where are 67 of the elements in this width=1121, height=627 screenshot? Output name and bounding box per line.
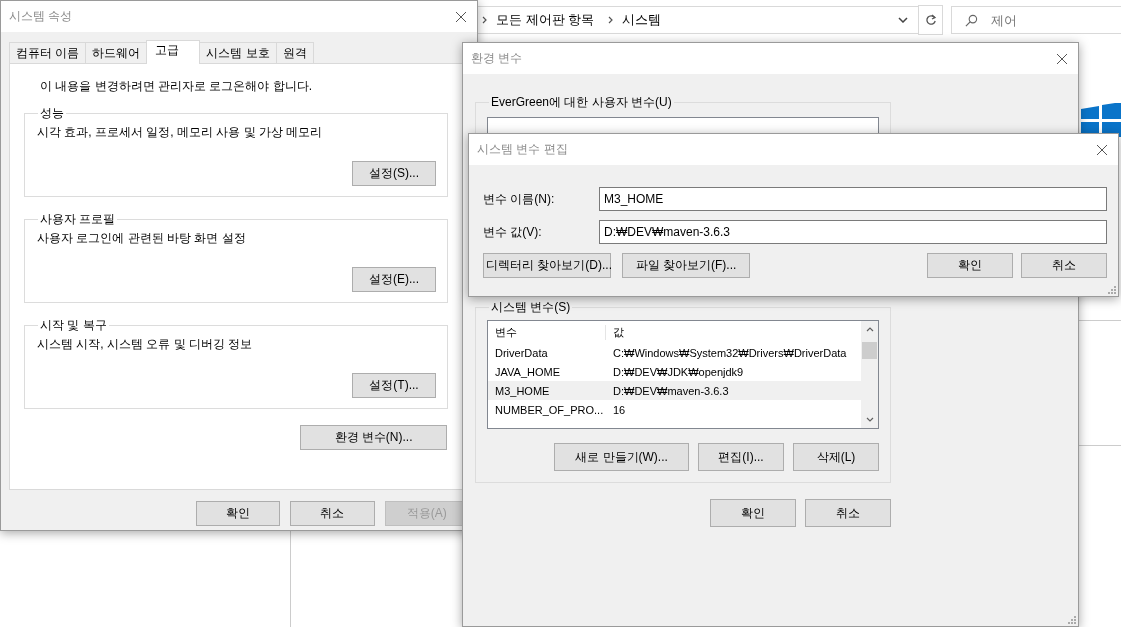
variable-value: D:₩DEV₩maven-3.6.3 (612, 384, 729, 397)
tab[interactable]: 컴퓨터 이름 (9, 42, 87, 63)
browse-button[interactable]: 디렉터리 찾아보기(D)... (483, 253, 611, 278)
list-action-button[interactable]: 편집(I)... (698, 443, 784, 471)
variable-name: JAVA_HOME (494, 365, 561, 378)
browse-button[interactable]: 파일 찾아보기(F)... (622, 253, 750, 278)
group-label: 성능 (39, 105, 65, 122)
list-row[interactable]: NUMBER_OF_PRO... 16 (488, 400, 861, 419)
search-field[interactable]: 제어 (951, 6, 1121, 34)
close-icon[interactable] (1096, 143, 1108, 156)
variable-name: DriverData (494, 346, 549, 359)
close-icon[interactable] (455, 10, 467, 23)
input-field[interactable]: D:₩DEV₩maven-3.6.3 (599, 220, 1107, 244)
variable-name: NUMBER_OF_PRO... (494, 403, 605, 416)
chevron-right-icon (482, 16, 488, 24)
dialog-button[interactable]: 취소 (805, 499, 891, 527)
close-icon[interactable] (1056, 52, 1068, 65)
variable-value: 16 (612, 403, 626, 416)
list-action-button[interactable]: 새로 만들기(W)... (554, 443, 689, 471)
window-title: 시스템 변수 편집 (477, 141, 568, 158)
group-description: 시스템 시작, 시스템 오류 및 디버깅 정보 (36, 336, 254, 353)
group-description: 사용자 로그인에 관련된 바탕 화면 설정 (36, 230, 247, 247)
group-label: 사용자 프로필 (39, 211, 117, 228)
window-title: 환경 변수 (471, 50, 523, 67)
scrollbar[interactable] (861, 321, 878, 428)
scroll-down-icon[interactable] (865, 417, 874, 422)
tab[interactable]: 원격 (275, 42, 314, 63)
resize-grip-icon[interactable] (1068, 616, 1076, 624)
chevron-down-icon[interactable] (898, 17, 909, 23)
search-icon (965, 14, 978, 27)
field-label: 변수 값(V): (483, 223, 543, 241)
environment-variables-button[interactable]: 환경 변수(N)... (300, 425, 447, 450)
list-row[interactable]: DriverData C:₩Windows₩System32₩Drivers₩DriverData (488, 343, 861, 362)
refresh-button[interactable] (918, 5, 943, 35)
list-row[interactable]: M3_HOME D:₩DEV₩maven-3.6.3 (488, 381, 861, 400)
column-header[interactable]: 변수 (488, 324, 606, 340)
variable-name: M3_HOME (494, 384, 551, 397)
chevron-right-icon (608, 16, 615, 24)
settings-button[interactable]: 설정(S)... (352, 161, 436, 186)
breadcrumb-item[interactable]: 모든 제어판 항목 (496, 11, 595, 29)
group-label: 시작 및 복구 (39, 317, 108, 334)
window-title: 시스템 속성 (9, 8, 73, 25)
column-header[interactable]: 값 (606, 324, 624, 340)
field-label: 변수 이름(N): (483, 190, 556, 208)
dialog-button[interactable]: 취소 (1021, 253, 1107, 278)
tab[interactable]: 고급 (146, 40, 201, 64)
list-action-button[interactable]: 삭제(L) (793, 443, 879, 471)
dialog-button[interactable]: 확인 (196, 501, 281, 526)
resize-grip-icon[interactable] (1108, 286, 1116, 294)
list-row[interactable]: JAVA_HOME D:₩DEV₩JDK₩openjdk9 (488, 362, 861, 381)
variable-list[interactable]: 변수 값 DriverData C:₩Windows₩System32₩Drivers₩DriverData JAVA_HOME D:₩DEV₩JDK₩openjdk9 M3_HOME D:₩DEV₩maven-3.6.3 NUMBER_OF_PRO... 16 (487, 320, 879, 429)
scroll-thumb[interactable] (862, 342, 877, 359)
breadcrumb-item[interactable]: 시스템 (622, 11, 662, 29)
settings-button[interactable]: 설정(T)... (352, 373, 436, 398)
notice-text: 이 내용을 변경하려면 관리자로 로그온해야 합니다. (39, 78, 313, 95)
group-label: 시스템 변수(S) (490, 299, 572, 316)
refresh-icon (924, 14, 937, 26)
input-field[interactable]: M3_HOME (599, 187, 1107, 211)
group-description: 시각 효과, 프로세서 일정, 메모리 사용 및 가상 메모리 (36, 124, 324, 141)
dialog-button[interactable]: 취소 (290, 501, 375, 526)
scroll-up-icon[interactable] (865, 327, 874, 332)
dialog-button[interactable]: 확인 (710, 499, 796, 527)
variable-value: D:₩DEV₩JDK₩openjdk9 (612, 365, 744, 378)
group-label: EverGreen에 대한 사용자 변수(U) (490, 94, 673, 111)
settings-button[interactable]: 설정(E)... (352, 267, 436, 292)
variable-value: C:₩Windows₩System32₩Drivers₩DriverData (612, 346, 847, 359)
dialog-button[interactable]: 확인 (927, 253, 1013, 278)
